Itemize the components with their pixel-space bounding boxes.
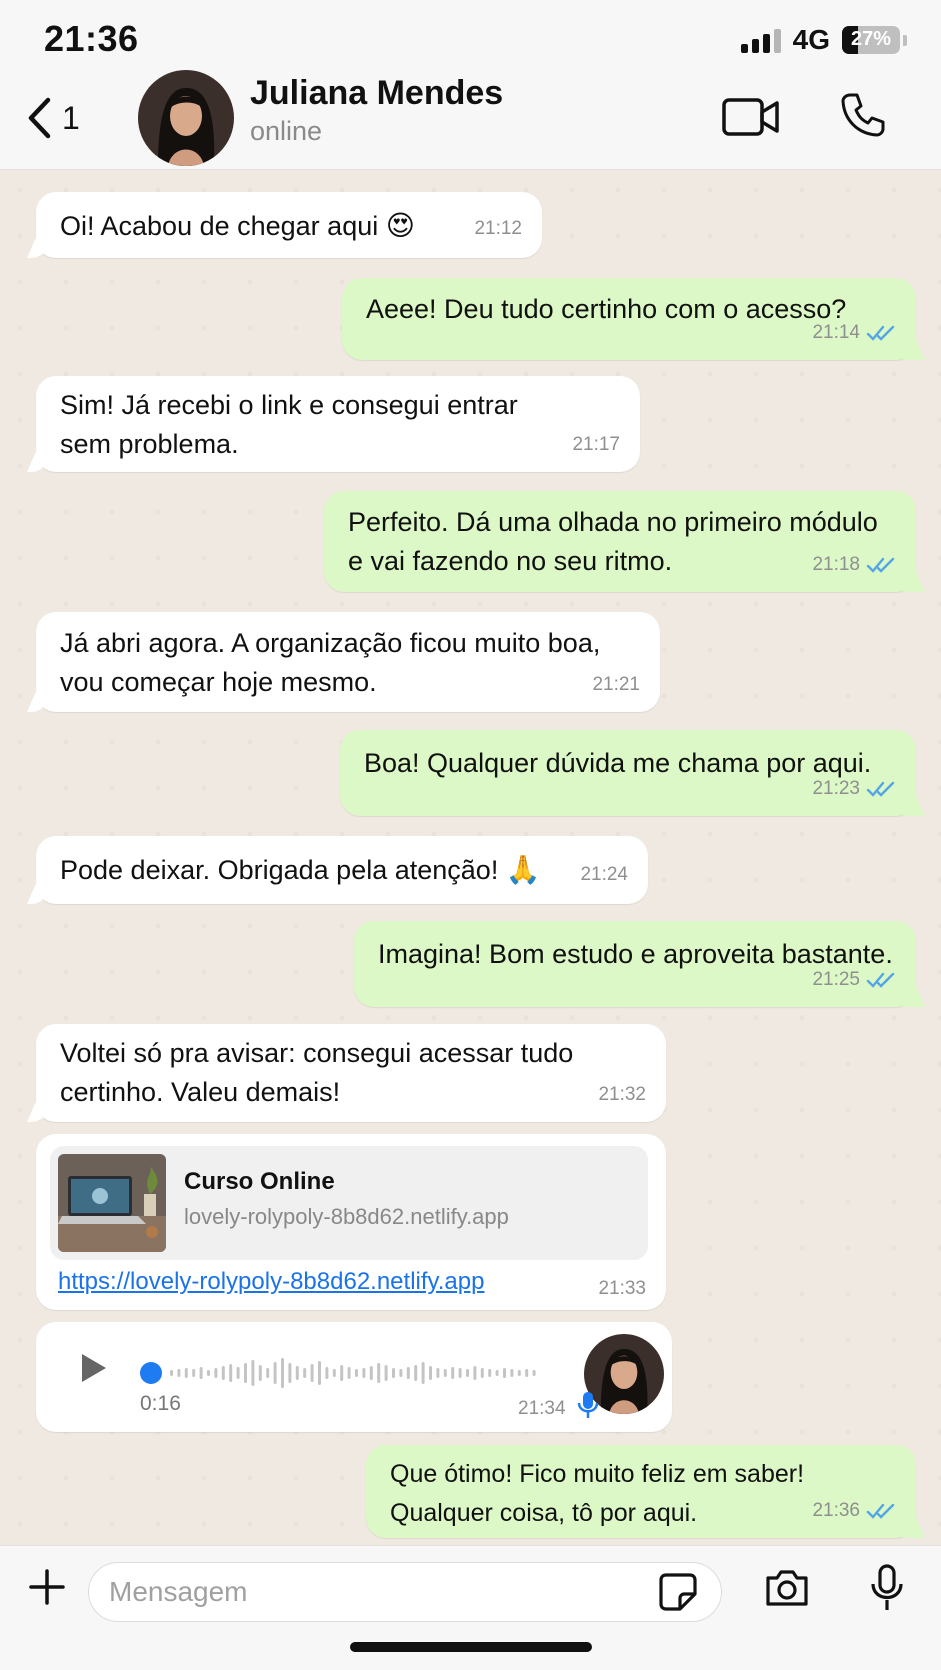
avatar[interactable]	[138, 70, 234, 166]
double-check-icon	[866, 1503, 895, 1519]
heart-eyes-emoji: 😍	[385, 209, 415, 242]
unread-count: 1	[62, 99, 80, 136]
play-icon	[82, 1354, 106, 1382]
message-time: 21:24	[580, 864, 628, 885]
microphone-icon	[576, 1390, 600, 1425]
message-time: 21:18	[812, 554, 860, 575]
message-text: Boa! Qualquer dúvida me chama por aqui.	[364, 748, 872, 778]
message-input[interactable]	[88, 1562, 722, 1622]
message-text-line-1: Sim! Já recebi o link e consegui entrar	[60, 390, 518, 420]
message-text: Oi! Acabou de chegar aqui	[60, 211, 379, 241]
message-text-line-2: sem problema.	[60, 429, 239, 459]
double-check-icon	[866, 972, 895, 988]
network-type: 4G	[792, 24, 830, 55]
sticker-button[interactable]	[658, 1572, 698, 1617]
camera-icon	[766, 1570, 808, 1606]
back-button[interactable]: 1	[26, 96, 80, 140]
phone-icon	[841, 93, 885, 137]
contact-name[interactable]: Juliana Mendes	[250, 74, 503, 113]
message-text-line-1: Que ótimo! Fico muito feliz em saber!	[390, 1460, 805, 1488]
message-time: 21:36	[812, 1500, 860, 1521]
double-check-icon	[866, 557, 895, 573]
audio-scrubber-handle[interactable]	[140, 1362, 162, 1384]
message-bubble-incoming[interactable]: Pode deixar. Obrigada pela atenção! 🙏 21…	[36, 836, 648, 904]
link-domain: lovely-rolypoly-8b8d62.netlify.app	[184, 1204, 509, 1229]
message-time: 21:34	[518, 1398, 566, 1419]
message-text: Aeee! Deu tudo certinho com o acesso?	[366, 294, 847, 324]
message-bubble-incoming[interactable]: Sim! Já recebi o link e consegui entrar …	[36, 376, 640, 472]
double-check-icon	[866, 325, 895, 341]
message-bubble-outgoing[interactable]: Perfeito. Dá uma olhada no primeiro módu…	[324, 491, 916, 592]
voice-call-button[interactable]	[840, 92, 886, 143]
voice-record-button[interactable]	[870, 1564, 904, 1617]
status-indicators: 4G 27%	[740, 24, 907, 56]
message-time: 21:21	[592, 674, 640, 695]
signal-icon	[740, 27, 781, 53]
message-bubble-outgoing[interactable]: Imagina! Bom estudo e aproveita bastante…	[354, 921, 916, 1007]
message-time: 21:25	[812, 969, 860, 990]
battery-icon: 27%	[842, 26, 900, 54]
link-url[interactable]: https://lovely-rolypoly-8b8d62.netlify.a…	[58, 1268, 484, 1296]
link-preview-card[interactable]: Curso Online lovely-rolypoly-8b8d62.netl…	[50, 1146, 648, 1260]
home-indicator[interactable]	[350, 1642, 592, 1652]
message-bubble-outgoing[interactable]: Que ótimo! Fico muito feliz em saber! Qu…	[366, 1445, 916, 1538]
link-title: Curso Online	[184, 1168, 335, 1195]
message-bubble-incoming[interactable]: Já abri agora. A organização ficou muito…	[36, 612, 660, 712]
message-text-line-1: Voltei só pra avisar: consegui acessar t…	[60, 1038, 574, 1068]
plus-icon	[29, 1569, 65, 1605]
message-bubble-outgoing[interactable]: Boa! Qualquer dúvida me chama por aqui. …	[340, 730, 916, 816]
message-text-line-2: vou começar hoje mesmo.	[60, 667, 377, 697]
message-time: 21:23	[812, 778, 860, 799]
battery-percent: 27%	[850, 28, 892, 50]
audio-duration: 0:16	[140, 1392, 181, 1415]
message-time: 21:14	[812, 322, 860, 343]
message-text: Pode deixar. Obrigada pela atenção!	[60, 855, 499, 885]
chevron-left-icon	[28, 97, 51, 139]
camera-button[interactable]	[764, 1568, 810, 1613]
status-bar: 21:36 4G 27%	[0, 0, 941, 78]
microphone-icon	[871, 1564, 903, 1610]
play-button[interactable]	[80, 1352, 108, 1389]
message-bubble-outgoing[interactable]: Aeee! Deu tudo certinho com o acesso? 21…	[342, 278, 916, 360]
message-bubble-incoming[interactable]: Oi! Acabou de chegar aqui 😍 21:12	[36, 192, 542, 258]
message-time: 21:17	[572, 434, 620, 455]
message-time: 21:32	[598, 1084, 646, 1105]
status-time: 21:36	[44, 18, 139, 59]
message-time: 21:12	[474, 218, 522, 239]
double-check-icon	[866, 781, 895, 797]
message-text-line-2: certinho. Valeu demais!	[60, 1077, 341, 1107]
message-bubble-incoming[interactable]: Voltei só pra avisar: consegui acessar t…	[36, 1024, 666, 1122]
attach-button[interactable]	[28, 1568, 66, 1611]
message-text-line-1: Perfeito. Dá uma olhada no primeiro módu…	[348, 507, 878, 537]
video-camera-icon	[722, 98, 779, 136]
link-thumbnail	[58, 1154, 166, 1252]
chat-header: 1 Juliana Mendes online	[0, 70, 941, 170]
folded-hands-emoji: 🙏	[505, 853, 541, 886]
contact-status: online	[250, 116, 323, 146]
audio-waveform[interactable]	[166, 1348, 566, 1398]
voice-message-bubble[interactable]: 0:16 21:34	[36, 1322, 672, 1432]
message-text-line-1: Já abri agora. A organização ficou muito…	[60, 628, 601, 658]
message-time: 21:33	[598, 1278, 646, 1299]
sticker-icon	[659, 1573, 697, 1611]
link-message-bubble[interactable]: Curso Online lovely-rolypoly-8b8d62.netl…	[36, 1134, 666, 1310]
video-call-button[interactable]	[722, 98, 780, 141]
